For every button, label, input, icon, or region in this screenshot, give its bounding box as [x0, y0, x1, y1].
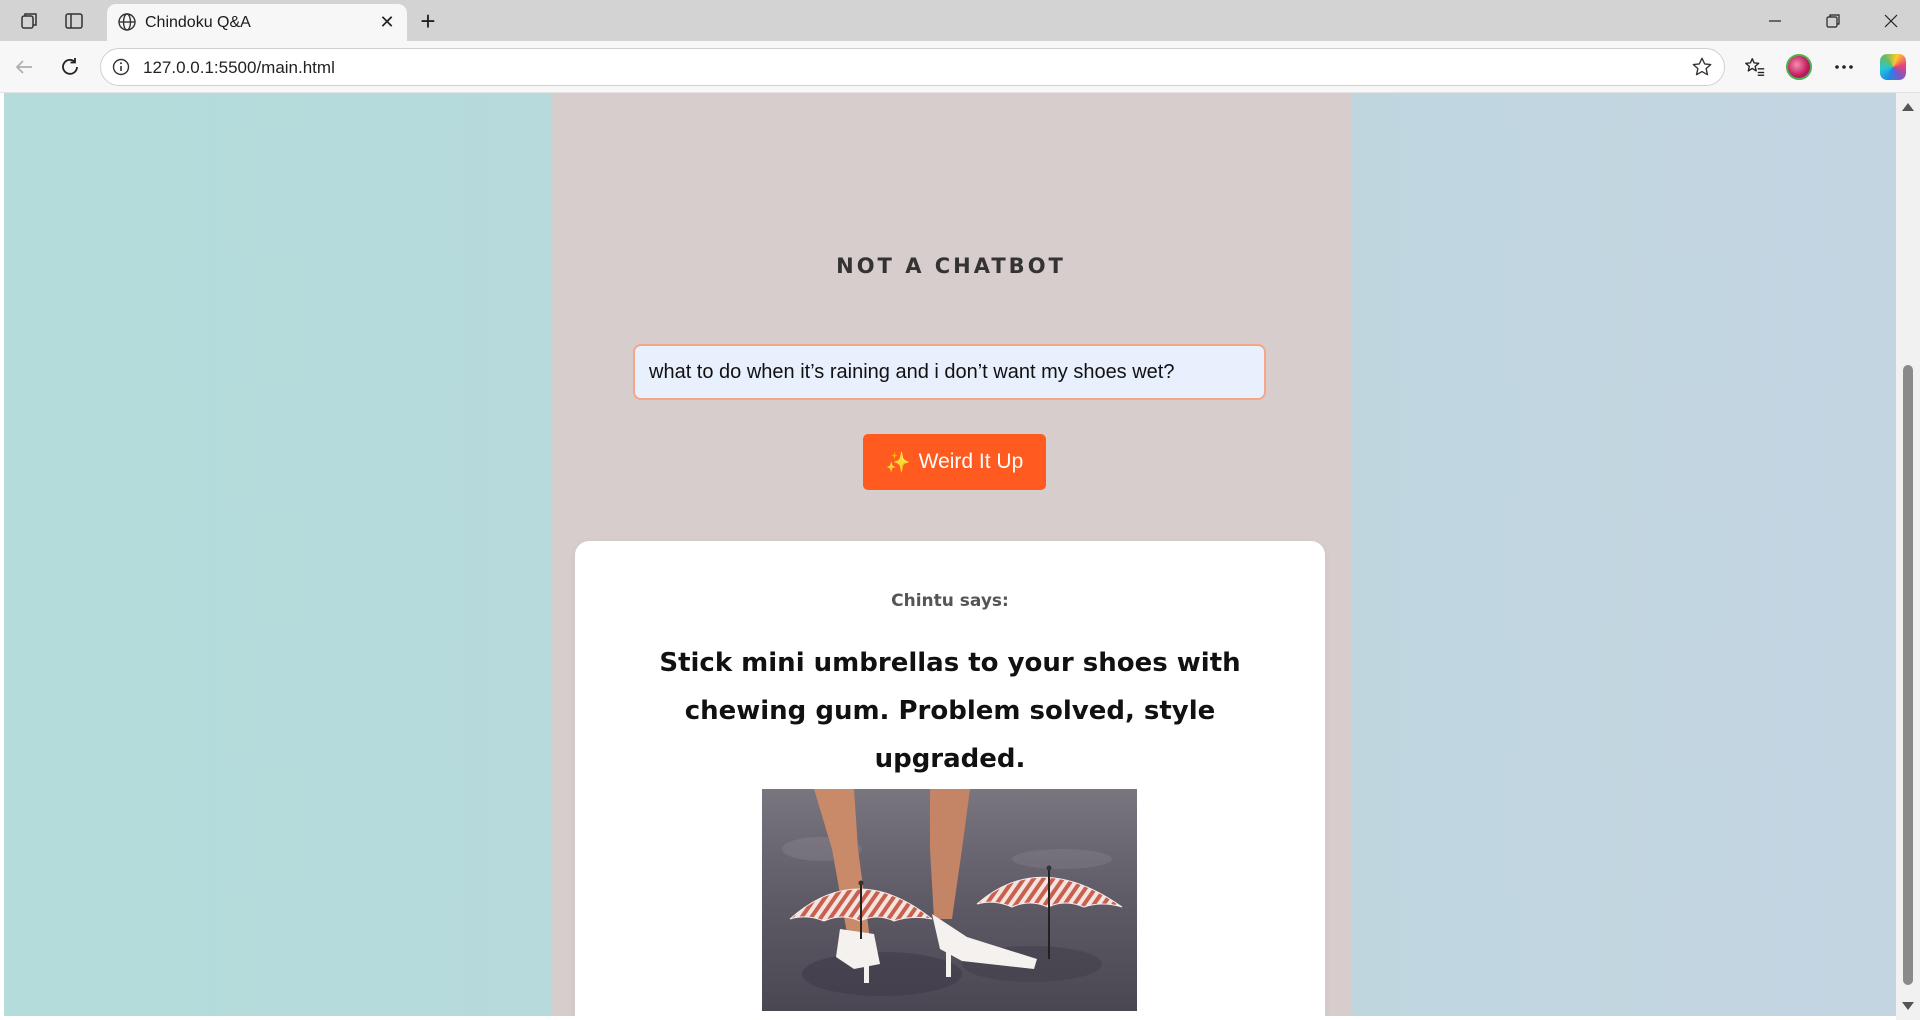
close-icon[interactable]: ✕	[375, 10, 399, 34]
scroll-down-icon[interactable]	[1902, 1002, 1914, 1010]
browser-tab-strip: Chindoku Q&A ✕ +	[0, 0, 1920, 41]
main-panel: NOT A CHATBOT ✨ Weird It Up Chintu says:…	[551, 93, 1351, 1016]
back-icon[interactable]	[8, 51, 40, 83]
sparkles-icon: ✨	[885, 451, 911, 474]
info-icon[interactable]	[111, 57, 131, 77]
page-title: NOT A CHATBOT	[836, 254, 1066, 278]
question-input[interactable]	[633, 344, 1266, 400]
profile-avatar[interactable]	[1783, 51, 1815, 83]
globe-icon	[115, 10, 139, 34]
scroll-up-icon[interactable]	[1902, 103, 1914, 111]
weird-it-up-label: Weird It Up	[918, 450, 1024, 473]
star-icon[interactable]	[1690, 55, 1714, 79]
copilot-icon[interactable]	[1877, 51, 1909, 83]
vertical-scrollbar[interactable]	[1896, 93, 1920, 1020]
restore-icon[interactable]	[1810, 0, 1856, 41]
plus-icon[interactable]: +	[414, 6, 442, 36]
weird-it-up-button[interactable]: ✨ Weird It Up	[863, 434, 1046, 490]
minimize-icon[interactable]	[1752, 0, 1798, 41]
address-bar[interactable]: 127.0.0.1:5500/main.html	[100, 48, 1725, 86]
page-viewport: NOT A CHATBOT ✨ Weird It Up Chintu says:…	[4, 93, 1896, 1016]
scrollbar-thumb[interactable]	[1903, 365, 1913, 985]
active-tab[interactable]: Chindoku Q&A ✕	[107, 4, 407, 41]
tab-actions-icon[interactable]	[61, 8, 87, 34]
shoe-umbrellas-photo	[762, 789, 1137, 1011]
answer-text: Stick mini umbrellas to your shoes with …	[659, 648, 1241, 774]
answer-header: Chintu says:	[891, 591, 1009, 611]
workspaces-icon[interactable]	[17, 8, 43, 34]
url-text[interactable]: 127.0.0.1:5500/main.html	[143, 58, 335, 78]
refresh-icon[interactable]	[54, 51, 86, 83]
window-close-icon[interactable]	[1868, 0, 1914, 41]
more-icon[interactable]	[1828, 51, 1860, 83]
browser-toolbar: 127.0.0.1:5500/main.html	[0, 41, 1920, 93]
answer-card: Chintu says: Stick mini umbrellas to you…	[575, 541, 1325, 1016]
tab-title: Chindoku Q&A	[145, 14, 251, 31]
favorites-icon[interactable]	[1739, 51, 1771, 83]
